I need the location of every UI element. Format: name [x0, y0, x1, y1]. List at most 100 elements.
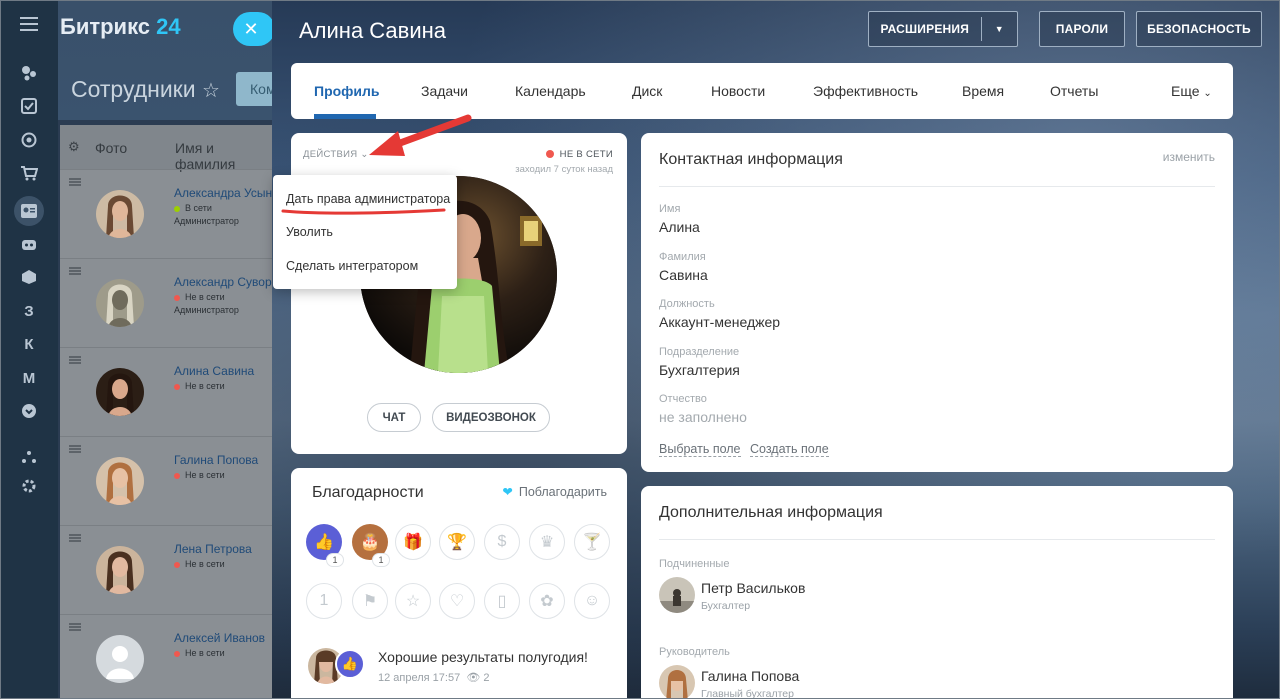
bitrix-logo[interactable]: Битрикс 24: [60, 14, 181, 40]
app-letter-k[interactable]: К: [18, 333, 40, 355]
extra-title: Дополнительная информация: [659, 504, 883, 521]
tasks-icon[interactable]: [18, 95, 40, 117]
video-call-button[interactable]: ВИДЕОЗВОНОК: [432, 403, 550, 432]
thank-button[interactable]: ❤ Поблагодарить: [502, 484, 607, 499]
app-letter-z[interactable]: З: [18, 300, 40, 322]
star-icon[interactable]: ☆: [395, 583, 431, 619]
avatar[interactable]: [659, 577, 695, 613]
tab-calendar[interactable]: Календарь: [515, 83, 586, 99]
status-dot-icon: [174, 650, 180, 657]
post-title[interactable]: Хорошие результаты полугодия!: [378, 649, 588, 665]
column-header-photo: Фото: [95, 140, 128, 156]
activity-icon[interactable]: [18, 62, 40, 84]
drag-handle-icon[interactable]: [69, 178, 81, 186]
manager-name[interactable]: Галина Попова: [701, 668, 799, 684]
avatar[interactable]: [659, 665, 695, 699]
employee-table: ⚙ Фото Имя и фамилия Александра Усынина В…: [60, 125, 292, 699]
target-icon[interactable]: [18, 129, 40, 151]
heart-icon[interactable]: ♡: [439, 583, 475, 619]
create-field-link[interactable]: Создать поле: [750, 442, 829, 457]
gift-icon[interactable]: 🎁: [395, 524, 431, 560]
sitemap-icon[interactable]: [18, 446, 40, 468]
table-row[interactable]: Александра Усынина В сети Администратор: [60, 169, 292, 258]
menu-item-make-admin[interactable]: Дать права администратора: [286, 192, 450, 206]
heart-icon: ❤: [502, 485, 513, 499]
drag-handle-icon[interactable]: [69, 356, 81, 364]
avatar[interactable]: [96, 190, 144, 238]
avatar[interactable]: [96, 457, 144, 505]
tab-more[interactable]: Еще ⌄: [1171, 83, 1212, 99]
contacts-icon[interactable]: [14, 196, 44, 226]
tab-efficiency[interactable]: Эффективность: [813, 83, 918, 99]
robot-icon[interactable]: [18, 233, 40, 255]
thanks-title: Благодарности: [312, 484, 424, 501]
actions-label: ДЕЙСТВИЯ: [303, 149, 358, 160]
beer-icon[interactable]: ▯: [484, 583, 520, 619]
actions-dropdown[interactable]: ДЕЙСТВИЯ ⌄: [303, 149, 369, 160]
tab-tasks[interactable]: Задачи: [421, 83, 468, 99]
avatar[interactable]: [96, 546, 144, 594]
cocktail-icon[interactable]: 🍸: [574, 524, 610, 560]
badge-count: 1: [326, 553, 344, 567]
menu-item-make-integrator[interactable]: Сделать интегратором: [286, 259, 418, 273]
table-row[interactable]: Лена Петрова Не в сети: [60, 525, 275, 614]
passwords-button[interactable]: ПАРОЛИ: [1039, 11, 1125, 47]
cup-icon[interactable]: 🏆: [439, 524, 475, 560]
security-button[interactable]: БЕЗОПАСНОСТЬ: [1136, 11, 1262, 47]
extensions-button[interactable]: РАСШИРЕНИЯ ▼: [868, 11, 1018, 47]
contact-edit-link[interactable]: изменить: [1163, 150, 1215, 164]
tab-profile[interactable]: Профиль: [314, 83, 380, 99]
tab-reports[interactable]: Отчеты: [1050, 83, 1098, 99]
field-label: Подразделение: [659, 345, 740, 358]
select-field-link[interactable]: Выбрать поле: [659, 442, 741, 457]
drag-handle-icon[interactable]: [69, 623, 81, 631]
status-dot-icon: [174, 294, 180, 301]
flag-icon[interactable]: ⚑: [352, 583, 388, 619]
avatar[interactable]: [96, 368, 144, 416]
drag-handle-icon[interactable]: [69, 445, 81, 453]
money-icon[interactable]: $: [484, 524, 520, 560]
field-label: Отчество: [659, 393, 707, 405]
chevron-circle-icon[interactable]: [18, 400, 40, 422]
tab-news[interactable]: Новости: [711, 83, 765, 99]
flower-icon[interactable]: ✿: [529, 583, 565, 619]
field-label: Фамилия: [659, 250, 706, 263]
one-icon[interactable]: 1: [306, 583, 342, 619]
crown-icon[interactable]: ♛: [529, 524, 565, 560]
employee-name[interactable]: Александр Суворов: [174, 275, 285, 289]
menu-item-dismiss[interactable]: Уволить: [286, 225, 333, 239]
employee-status-label: Не в сети: [185, 381, 225, 391]
app-letter-m[interactable]: М: [18, 367, 40, 389]
page-title: Сотрудники: [71, 76, 196, 102]
drag-handle-icon[interactable]: [69, 534, 81, 542]
chat-button[interactable]: ЧАТ: [367, 403, 421, 432]
menu-icon[interactable]: [18, 13, 40, 35]
filter-button[interactable]: Ком: [236, 72, 276, 106]
gear-icon[interactable]: ⚙: [68, 139, 80, 155]
table-row[interactable]: Алексей Иванов Не в сети: [60, 614, 275, 699]
drag-handle-icon[interactable]: [69, 267, 81, 275]
star-icon[interactable]: ☆: [202, 78, 220, 103]
employee-name[interactable]: Галина Попова: [174, 453, 258, 467]
smile-icon[interactable]: ☺: [574, 583, 610, 619]
column-header-name[interactable]: Имя и фамилия: [175, 140, 275, 172]
field-value: Бухгалтерия: [659, 361, 740, 378]
tab-disk[interactable]: Диск: [632, 83, 662, 99]
chevron-down-icon[interactable]: ▼: [981, 24, 1017, 34]
close-slider-button[interactable]: ✕: [233, 12, 275, 46]
box-icon[interactable]: [18, 266, 40, 288]
tab-time[interactable]: Время: [962, 83, 1004, 99]
employee-name[interactable]: Лена Петрова: [174, 542, 252, 556]
employee-name[interactable]: Алексей Иванов: [174, 631, 265, 645]
employee-status: В сети: [174, 203, 212, 213]
table-row[interactable]: Алина Савина Не в сети: [60, 347, 275, 436]
employee-name[interactable]: Алина Савина: [174, 364, 254, 378]
avatar[interactable]: [96, 635, 144, 683]
settings-icon[interactable]: [18, 475, 40, 497]
cart-icon[interactable]: [18, 162, 40, 184]
avatar[interactable]: [96, 279, 144, 327]
status-dot-icon: [174, 561, 180, 568]
table-row[interactable]: Галина Попова Не в сети: [60, 436, 275, 525]
table-row[interactable]: Александр Суворов Не в сети Администратор: [60, 258, 285, 347]
subordinate-name[interactable]: Петр Васильков: [701, 580, 805, 596]
